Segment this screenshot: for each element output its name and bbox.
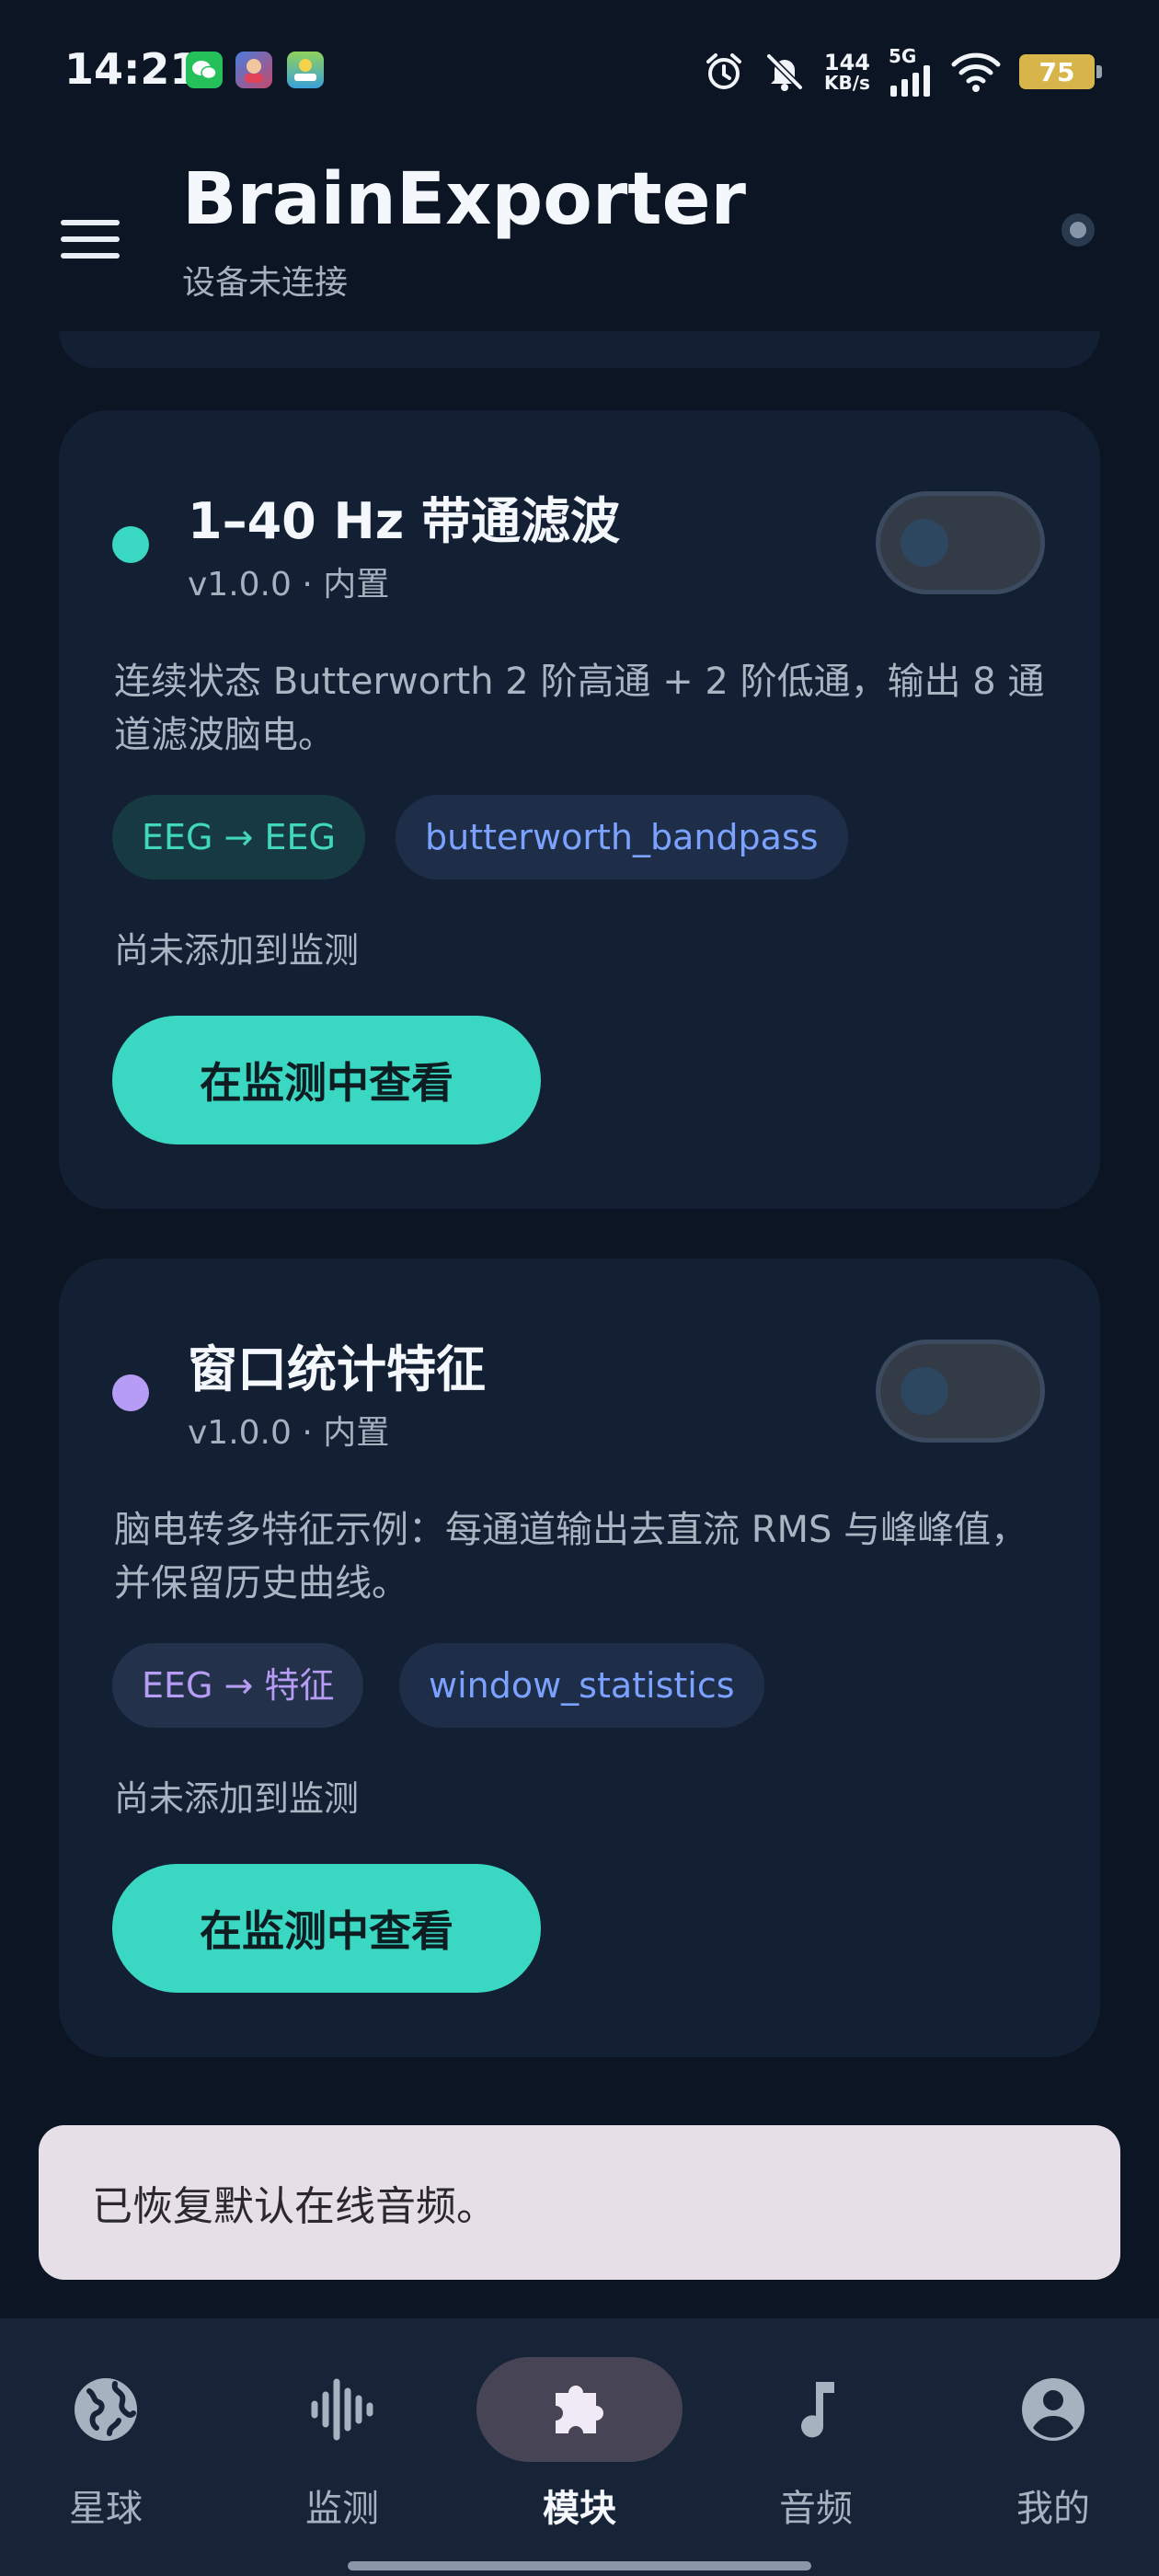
module-color-dot [112,526,149,563]
alarm-icon [703,51,745,93]
module-enable-toggle[interactable] [876,1340,1045,1443]
network-type: 5G [889,45,917,67]
nav-item-modules[interactable]: 模块 [474,2357,685,2541]
module-version: v1.0.0 · 内置 [188,1414,390,1452]
module-io-tag: EEG → 特征 [112,1643,364,1728]
status-time: 14:21 [64,44,200,94]
previous-card-edge [59,331,1100,368]
nav-item-profile[interactable]: 我的 [947,2357,1159,2541]
battery-icon: 75 [1019,54,1102,89]
nav-label: 监测 [305,2488,379,2530]
status-indicators: 144 KB/s 5G 75 [703,46,1102,98]
bottom-navigation: 星球 监测 模块 音频 我的 [0,2318,1159,2576]
module-title: 1–40 Hz 带通滤波 [188,492,620,550]
net-speed-unit: KB/s [823,72,870,94]
module-status: 尚未添加到监测 [114,1778,360,1819]
snackbar-message: 已恢复默认在线音频。 [92,2183,497,2230]
nav-label: 星球 [69,2488,143,2530]
account-circle-icon [1022,2378,1084,2441]
screen: 14:21 144 KB/s 5G 75 BrainExporter 设备未连接… [0,0,1159,2576]
nav-label: 模块 [543,2488,616,2530]
nav-label: 我的 [1016,2488,1090,2530]
nav-label: 音频 [779,2488,853,2530]
module-description: 连续状态 Butterworth 2 阶高通 + 2 阶低通，输出 8 通道滤波… [114,661,1045,756]
view-in-monitor-button[interactable]: 在监测中查看 [112,1016,541,1144]
module-version: v1.0.0 · 内置 [188,566,390,604]
nav-item-audio[interactable]: 音频 [710,2357,922,2541]
module-description: 脑电转多特征示例：每通道输出去直流 RMS 与峰峰值，并保留历史曲线。 [114,1509,1028,1604]
home-indicator[interactable] [348,2561,811,2570]
nav-item-planet[interactable]: 星球 [0,2357,212,2541]
app-title: BrainExporter [182,158,746,241]
module-function-tag: butterworth_bandpass [396,795,848,880]
connection-status-dot[interactable] [1061,213,1095,247]
wifi-icon [951,52,1001,92]
app-bar: BrainExporter 设备未连接 [0,138,1159,331]
silent-bell-icon [763,51,806,93]
status-bar: 14:21 144 KB/s 5G 75 [0,0,1159,138]
module-io-tag: EEG → EEG [112,795,365,880]
module-title: 窗口统计特征 [188,1340,486,1398]
module-function-tag: window_statistics [399,1643,764,1728]
module-list[interactable]: 1–40 Hz 带通滤波 v1.0.0 · 内置 连续状态 Butterwort… [0,331,1159,2318]
mini-program-icon [287,52,324,88]
view-in-monitor-button[interactable]: 在监测中查看 [112,1864,541,1993]
signal-icon: 5G [889,47,933,97]
globe-icon [75,2378,137,2441]
nav-item-monitor[interactable]: 监测 [236,2357,448,2541]
snackbar: 已恢复默认在线音频。 [39,2125,1120,2280]
module-enable-toggle[interactable] [876,491,1045,594]
module-status: 尚未添加到监测 [114,930,360,971]
module-card: 窗口统计特征 v1.0.0 · 内置 脑电转多特征示例：每通道输出去直流 RMS… [59,1259,1100,2057]
wechat-icon [186,52,223,88]
module-color-dot [112,1374,149,1411]
net-speed: 144 KB/s [824,52,870,92]
connection-status-text: 设备未连接 [182,264,349,302]
net-speed-value: 144 [823,50,870,75]
puzzle-piece-icon [556,2386,603,2433]
music-note-icon [801,2382,834,2438]
hamburger-menu-icon[interactable] [53,202,127,276]
battery-percent: 75 [1039,56,1075,87]
module-card: 1–40 Hz 带通滤波 v1.0.0 · 内置 连续状态 Butterwort… [59,410,1100,1209]
game-app-icon [235,52,272,88]
waveform-icon [311,2378,373,2441]
